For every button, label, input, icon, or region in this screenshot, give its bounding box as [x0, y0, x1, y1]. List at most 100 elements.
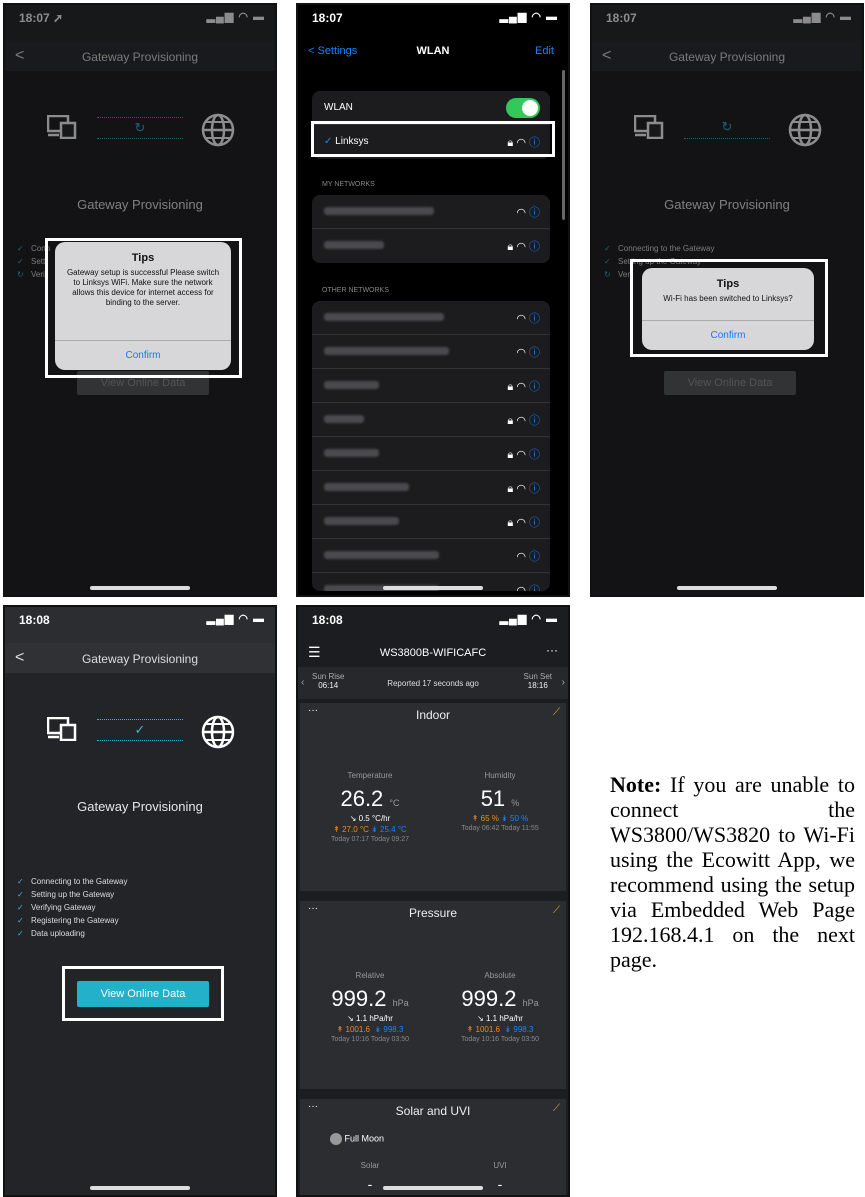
- network-row[interactable]: ◠ ⓘ: [312, 335, 550, 369]
- info-icon[interactable]: ⓘ: [529, 313, 540, 325]
- check-icon: ✓: [17, 877, 24, 886]
- redacted-network-name: [324, 483, 409, 491]
- redacted-network-name: [324, 207, 434, 215]
- info-icon[interactable]: ⓘ: [529, 449, 540, 461]
- info-icon[interactable]: ⓘ: [529, 415, 540, 427]
- status-time: 18:07: [312, 11, 343, 25]
- nav-title: WLAN: [416, 45, 450, 57]
- wifi-icon: ◠: [516, 449, 526, 461]
- redacted-network-name: [324, 241, 384, 249]
- wifi-icon: ◠: [516, 415, 526, 427]
- status-time: 18:08: [312, 613, 343, 627]
- sun-set: Sun Set 18:16: [523, 672, 552, 690]
- highlight-box: [311, 121, 555, 157]
- wifi-icon: ◠: [516, 585, 526, 591]
- redacted-network-name: [324, 551, 439, 559]
- steps-list: ✓ Connecting to the Gateway ✓ Setting up t…: [17, 875, 265, 940]
- chart-icon[interactable]: ⟋: [553, 707, 560, 718]
- dashboard-header: ☰ WS3800B-WIFICAFC ···: [298, 643, 568, 665]
- temperature-reading: Temperature 26.2 °C ↘ 0.5 °C/hr ↟ 27.0 °…: [330, 771, 410, 843]
- home-indicator: [677, 586, 777, 590]
- network-row[interactable]: 🔒︎ ◠ ⓘ: [312, 505, 550, 539]
- highlight-box: [630, 259, 828, 357]
- info-icon[interactable]: ⓘ: [529, 381, 540, 393]
- more-icon[interactable]: ···: [546, 643, 558, 657]
- status-bar: 18:08 ▂▄▆ ◠ ▬: [5, 607, 275, 629]
- status-time: 18:08: [19, 613, 50, 627]
- connected-check-icon: ✓: [97, 719, 183, 741]
- highlight-box: [45, 238, 242, 378]
- network-status-icons: 🔒︎ ◠ ⓘ: [507, 415, 540, 427]
- screenshot-provisioning-tips-switched: 18:07 ▂▄▆ ◠ ▬ < Gateway Provisioning ↻ G…: [590, 3, 864, 597]
- card-title: Solar and UVI: [395, 1104, 471, 1118]
- info-icon[interactable]: ⓘ: [529, 483, 540, 495]
- step-item: ✓ Data uploading: [17, 929, 85, 938]
- check-icon: ✓: [17, 916, 24, 925]
- redacted-network-name: [324, 381, 379, 389]
- section-header: OTHER NETWORKS: [322, 287, 389, 294]
- network-row[interactable]: 🔒︎ ◠ ⓘ: [312, 403, 550, 437]
- network-row[interactable]: ◠ ⓘ: [312, 301, 550, 335]
- network-status-icons: ◠ ⓘ: [516, 582, 540, 591]
- wifi-icon: ◠: [516, 381, 526, 393]
- network-status-icons: 🔒︎ ◠ ⓘ: [507, 381, 540, 393]
- info-icon[interactable]: ⓘ: [529, 207, 540, 219]
- nav-bar: < Gateway Provisioning: [5, 643, 275, 673]
- nav-title: Gateway Provisioning: [81, 652, 199, 666]
- moon-phase: Full Moon: [330, 1133, 384, 1145]
- moon-icon: [330, 1133, 342, 1145]
- home-indicator: [90, 586, 190, 590]
- network-status-icons: ◠ ⓘ: [516, 204, 540, 220]
- note-text: If you are unable to connect the WS3800/…: [610, 772, 855, 972]
- info-icon[interactable]: ⓘ: [529, 517, 540, 529]
- chart-icon[interactable]: ⟋: [553, 905, 560, 916]
- check-icon: ✓: [17, 890, 24, 899]
- network-status-icons: 🔒︎ ◠ ⓘ: [507, 517, 540, 529]
- wifi-icon: ◠: [516, 517, 526, 529]
- network-row[interactable]: ◠ ⓘ: [312, 539, 550, 573]
- network-row[interactable]: 🔒︎ ◠ ⓘ: [312, 369, 550, 403]
- info-icon[interactable]: ⓘ: [529, 585, 540, 591]
- status-icons: ▂▄▆ ◠ ▬: [499, 11, 558, 23]
- home-indicator: [383, 586, 483, 590]
- nav-bar: < Settings WLAN Edit: [298, 45, 568, 65]
- indoor-card: ··· Indoor ⟋ Temperature 26.2 °C ↘ 0.5 °…: [300, 703, 566, 891]
- wlan-toggle[interactable]: [506, 98, 540, 118]
- card-menu-icon[interactable]: ···: [308, 1101, 318, 1112]
- status-icons: ▂▄▆ ◠ ▬: [206, 613, 265, 625]
- redacted-network-name: [324, 517, 399, 525]
- chevron-right-icon[interactable]: ›: [562, 677, 565, 688]
- network-row[interactable]: 🔒︎ ◠ ⓘ: [312, 437, 550, 471]
- chart-icon[interactable]: ⟋: [553, 1103, 560, 1114]
- scrollbar[interactable]: [562, 70, 565, 220]
- humidity-reading: Humidity 51 % ↟ 65 % ↡ 50 % Today 06:42 …: [461, 771, 539, 832]
- info-icon[interactable]: ⓘ: [529, 241, 540, 253]
- device-title: WS3800B-WIFICAFC: [379, 647, 487, 659]
- info-icon[interactable]: ⓘ: [529, 551, 540, 563]
- edit-button[interactable]: Edit: [535, 45, 554, 57]
- note-label: Note:: [610, 772, 662, 797]
- network-row[interactable]: 🔒︎ ◠ ⓘ: [312, 471, 550, 505]
- pressure-card: ··· Pressure ⟋ Relative 999.2 hPa ↘ 1.1 …: [300, 901, 566, 1089]
- redacted-network-name: [324, 347, 449, 355]
- card-menu-icon[interactable]: ···: [308, 705, 318, 716]
- check-icon: ✓: [17, 903, 24, 912]
- status-bar: 18:08 ▂▄▆ ◠ ▬: [298, 607, 568, 629]
- absolute-pressure-reading: Absolute 999.2 hPa ↘ 1.1 hPa/hr ↟ 1001.6…: [460, 971, 540, 1043]
- status-bar: 18:07 ▂▄▆ ◠ ▬: [298, 5, 568, 27]
- network-status-icons: 🔒︎ ◠ ⓘ: [507, 241, 540, 253]
- check-icon: ✓: [17, 929, 24, 938]
- card-menu-icon[interactable]: ···: [308, 903, 318, 914]
- section-header: MY NETWORKS: [322, 181, 375, 188]
- card-title: Pressure: [408, 906, 458, 920]
- step-item: ✓ Connecting to the Gateway: [17, 877, 128, 886]
- screenshot-wlan-settings: 18:07 ▂▄▆ ◠ ▬ < Settings WLAN Edit WLAN …: [296, 3, 570, 597]
- screenshot-provisioning-complete: 18:08 ▂▄▆ ◠ ▬ < Gateway Provisioning ✓ G…: [3, 605, 277, 1197]
- info-icon[interactable]: ⓘ: [529, 347, 540, 359]
- step-item: ✓ Verifying Gateway: [17, 903, 96, 912]
- network-status-icons: 🔒︎ ◠ ⓘ: [507, 449, 540, 461]
- network-row[interactable]: 🔒︎ ◠ ⓘ: [312, 229, 550, 263]
- redacted-network-name: [324, 449, 379, 457]
- network-status-icons: 🔒︎ ◠ ⓘ: [507, 483, 540, 495]
- network-row[interactable]: ◠ ⓘ: [312, 195, 550, 229]
